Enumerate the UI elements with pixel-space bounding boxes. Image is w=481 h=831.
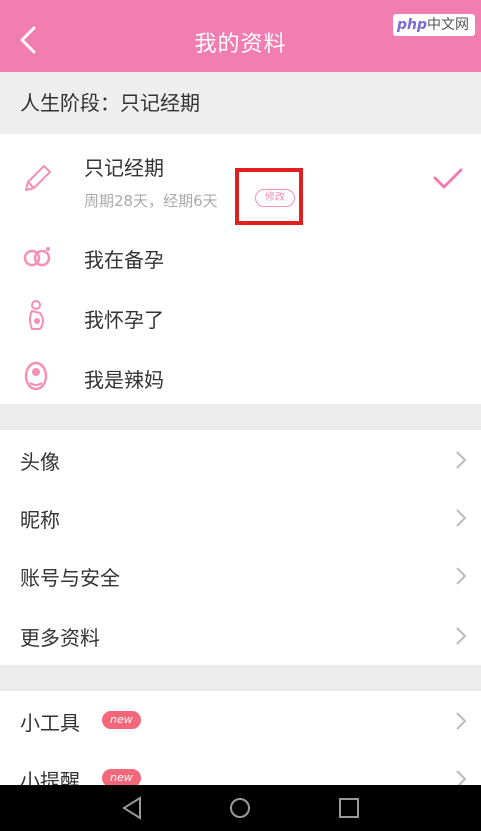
section-divider xyxy=(0,404,481,430)
status-bar xyxy=(0,0,481,8)
stage-item-period[interactable]: 只记经期 周期28天，经期6天 修改 xyxy=(0,134,481,225)
life-stage-list: 只记经期 周期28天，经期6天 修改 我在备孕 我怀孕了 我是辣妈 xyxy=(0,134,481,404)
chevron-right-icon xyxy=(456,567,467,585)
menu-item-account-security[interactable]: 账号与安全 xyxy=(0,546,481,604)
stage-label: 我怀孕了 xyxy=(84,308,164,332)
new-badge: new xyxy=(102,711,141,729)
stage-label: 我在备孕 xyxy=(84,248,164,272)
home-circle-icon[interactable] xyxy=(227,795,253,821)
menu-item-tools[interactable]: 小工具 new xyxy=(0,691,481,749)
life-stage-heading: 人生阶段：只记经期 xyxy=(0,72,481,134)
menu-item-avatar[interactable]: 头像 xyxy=(0,430,481,488)
menu-item-nickname[interactable]: 昵称 xyxy=(0,488,481,546)
system-nav-bar xyxy=(0,785,481,831)
chevron-right-icon xyxy=(456,451,467,469)
recent-apps-icon[interactable] xyxy=(336,795,362,821)
menu-item-label: 账号与安全 xyxy=(20,566,120,590)
menu-item-label: 小工具 xyxy=(20,711,80,735)
tools-menu: 小工具 new 小提醒 new xyxy=(0,691,481,785)
menu-item-reminders[interactable]: 小提醒 new xyxy=(0,749,481,785)
stage-item-mom[interactable]: 我是辣妈 xyxy=(0,354,481,404)
menu-item-label: 更多资料 xyxy=(20,626,100,650)
back-triangle-icon[interactable] xyxy=(120,795,146,821)
section-divider xyxy=(0,665,481,691)
stage-label: 只记经期 xyxy=(84,156,164,180)
stage-label: 我是辣妈 xyxy=(84,368,164,392)
stage-item-pregnant[interactable]: 我怀孕了 xyxy=(0,294,481,344)
chevron-right-icon xyxy=(456,509,467,527)
rings-icon xyxy=(23,247,51,267)
profile-menu: 头像 昵称 账号与安全 更多资料 xyxy=(0,430,481,665)
new-badge: new xyxy=(102,769,141,785)
menu-item-label: 小提醒 xyxy=(20,769,80,785)
highlight-annotation xyxy=(235,168,303,225)
baby-icon xyxy=(24,361,48,391)
check-icon xyxy=(433,168,463,189)
stage-cycle-info: 周期28天，经期6天 xyxy=(84,192,218,210)
chevron-right-icon xyxy=(456,627,467,645)
chevron-right-icon xyxy=(456,712,467,730)
menu-item-label: 头像 xyxy=(20,450,60,474)
chevron-right-icon xyxy=(456,770,467,785)
stage-item-trying[interactable]: 我在备孕 xyxy=(0,234,481,284)
menu-item-label: 昵称 xyxy=(20,508,60,532)
app-header: 我的资料 php中文网 xyxy=(0,8,481,72)
pregnant-icon xyxy=(29,300,44,330)
watermark-cn: 中文网 xyxy=(427,17,470,33)
site-watermark: php中文网 xyxy=(393,14,475,36)
menu-item-more-info[interactable]: 更多资料 xyxy=(0,606,481,664)
pencil-icon xyxy=(25,165,51,191)
watermark-php: php xyxy=(397,17,428,33)
